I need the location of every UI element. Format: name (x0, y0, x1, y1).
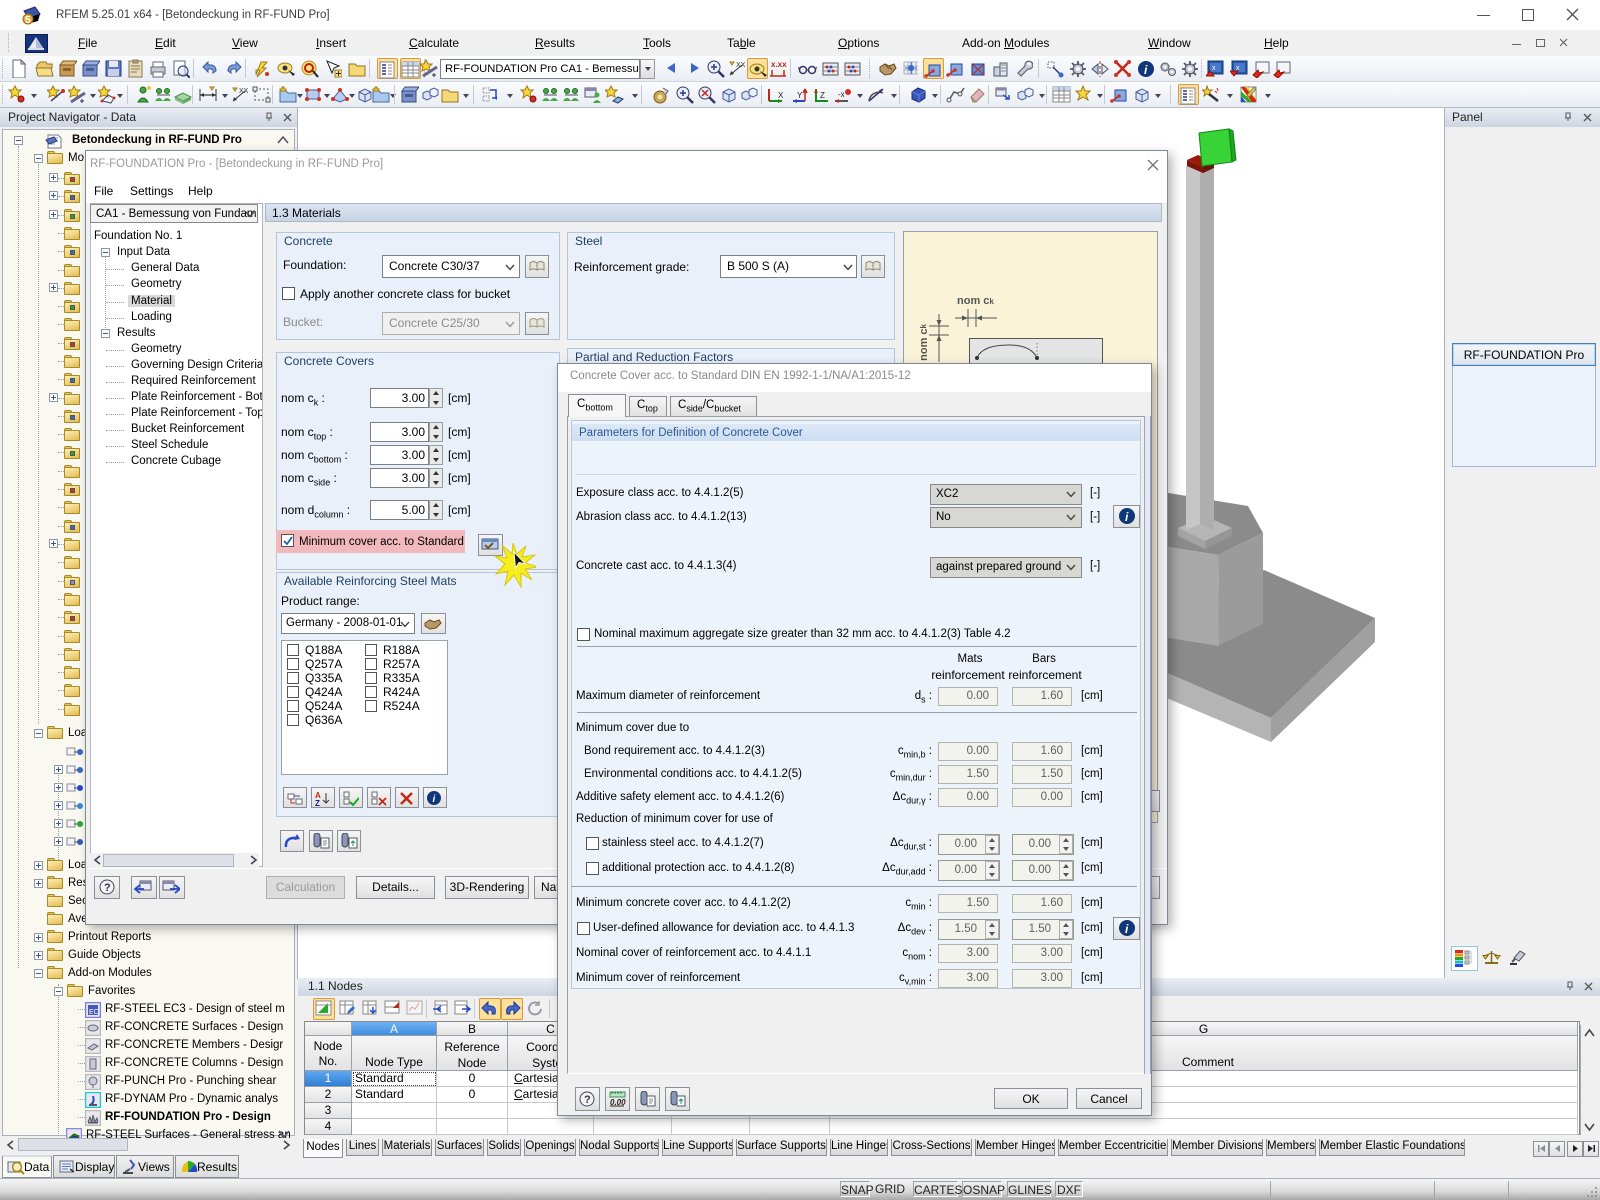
svg-text:?: ? (584, 1094, 591, 1106)
